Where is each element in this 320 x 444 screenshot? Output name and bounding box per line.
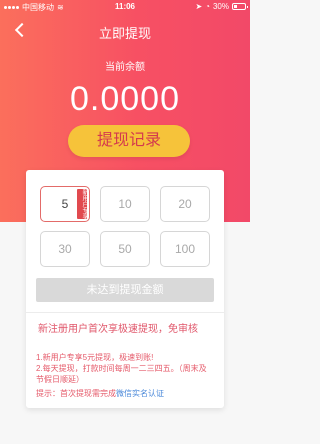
wechat-verify-link[interactable]: 微信实名认证 [116,389,164,398]
balance-label: 当前余额 [105,62,145,73]
withdraw-rules: 1.新用户专享5元提现，极速到账! 2.每天提现，打款时间每周一二三四五。（周末… [36,352,214,385]
divider [26,312,224,313]
balance-amount: 0.0000 [70,80,180,118]
location-icon: ➤ [195,2,203,11]
battery-icon [232,3,248,10]
nav-bar: 立即提现 [0,18,250,44]
amount-option-50[interactable]: 50 [100,231,150,267]
page-title: 立即提现 [98,26,151,41]
amount-option-label: 5 [61,197,69,211]
rule-line-1: 1.新用户专享5元提现，极速到账! [36,353,154,362]
amount-option-100[interactable]: 100 [160,231,210,267]
amount-option-5[interactable]: 5 新用户专享 [40,186,90,222]
status-bar: 中国移动 ≋ 11:06 ➤ ◔ 30% [0,0,250,14]
withdraw-history-button[interactable]: 提现记录 [68,125,190,157]
withdraw-card: 5 新用户专享 10 20 30 50 100 未达到提现金额 新注册用户首次享… [26,170,224,408]
battery-percent: 30% [212,2,229,11]
tip-prefix: 提示：首次提现需完成 [36,389,116,398]
amount-option-label: 30 [58,242,72,256]
tip: 提示：首次提现需完成微信实名认证 [36,388,216,399]
amount-option-20[interactable]: 20 [160,186,210,222]
amount-option-label: 50 [118,242,132,256]
rule-line-2: 2.每天提现，打款时间每周一二三四五。（周末及节假日顺延） [36,364,207,384]
amount-option-30[interactable]: 30 [40,231,90,267]
amount-option-label: 10 [118,197,132,211]
withdraw-submit-button[interactable]: 未达到提现金额 [36,278,214,302]
alarm-icon: ◔ [205,2,210,11]
amount-option-label: 20 [178,197,192,211]
new-user-badge: 新用户专享 [77,189,87,219]
amount-option-10[interactable]: 10 [100,186,150,222]
new-user-note: 新注册用户首次享极速提现，免审核 [38,324,198,335]
amount-option-label: 100 [174,242,196,256]
